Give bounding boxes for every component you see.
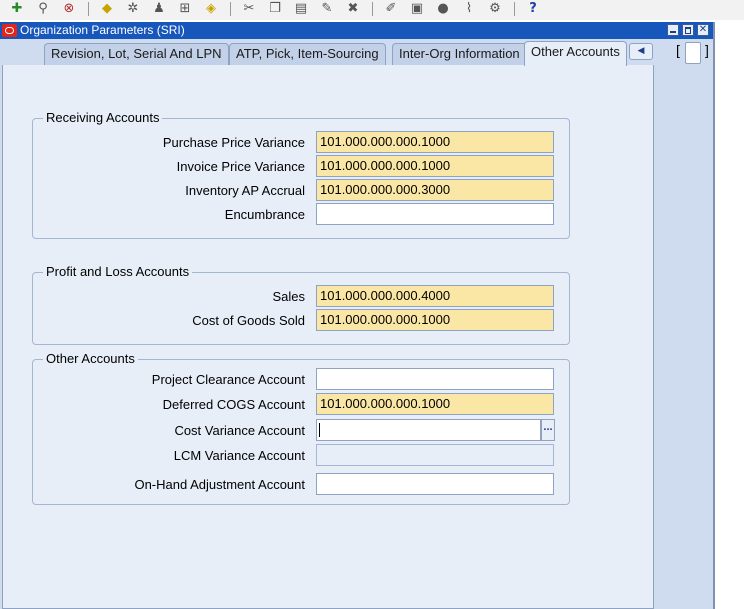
attachments-icon[interactable]: ⌇: [460, 1, 478, 17]
deferred-cogs-label: Deferred COGS Account: [162, 397, 305, 412]
minimize-button[interactable]: [667, 24, 679, 36]
clear-record-icon[interactable]: ✎: [318, 1, 336, 17]
lcm-variance-label: LCM Variance Account: [173, 448, 305, 463]
maximize-button[interactable]: [682, 24, 694, 36]
edit-field-icon[interactable]: ✐: [382, 1, 400, 17]
next-step-icon[interactable]: ✲: [124, 1, 142, 17]
toolbar-separator: [372, 2, 373, 16]
close-button[interactable]: ✕: [697, 24, 709, 36]
deferred-cogs-field[interactable]: 101.000.000.000.1000: [316, 393, 554, 415]
paste-icon[interactable]: ▤: [292, 1, 310, 17]
other-accounts-title: Other Accounts: [43, 351, 138, 367]
cut-icon[interactable]: ✂: [240, 1, 258, 17]
save-icon[interactable]: ◆: [98, 1, 116, 17]
tab-other-accounts[interactable]: Other Accounts: [524, 41, 627, 66]
help-icon[interactable]: ?: [524, 1, 542, 17]
ppv-label: Purchase Price Variance: [162, 135, 305, 150]
translations-icon[interactable]: ●: [434, 1, 452, 17]
context-bracket-open: [: [676, 42, 680, 58]
tab-atp-pick-item-sourcing[interactable]: ATP, Pick, Item-Sourcing: [229, 43, 386, 65]
copy-icon[interactable]: ❐: [266, 1, 284, 17]
project-clearance-field[interactable]: [316, 368, 554, 390]
switch-responsibility-icon[interactable]: ♟: [150, 1, 168, 17]
organization-parameters-window: Organization Parameters (SRI) ✕ Revision…: [0, 22, 715, 609]
sales-label: Sales: [272, 289, 305, 304]
toolbar-separator: [514, 2, 515, 16]
encumbrance-field[interactable]: [316, 203, 554, 225]
toolbar-separator: [88, 2, 89, 16]
sales-field[interactable]: 101.000.000.000.4000: [316, 285, 554, 307]
delete-record-icon[interactable]: ✖: [344, 1, 362, 17]
other-accounts-group: Other Accounts Project Clearance Account…: [32, 351, 570, 505]
onhand-adjustment-field[interactable]: [316, 473, 554, 495]
cogs-label: Cost of Goods Sold: [192, 313, 305, 328]
ipv-label: Invoice Price Variance: [176, 159, 305, 174]
print-icon[interactable]: ⊞: [176, 1, 194, 17]
other-accounts-panel: Receiving Accounts Purchase Price Varian…: [2, 65, 654, 609]
tab-scroll-left-button[interactable]: ◀: [629, 43, 653, 60]
oracle-logo-icon: [2, 24, 17, 37]
window-title: Organization Parameters (SRI): [20, 23, 185, 37]
cost-variance-lov-button[interactable]: ...: [541, 419, 555, 441]
context-bracket-close: ]: [705, 42, 709, 58]
lcm-variance-field: [316, 444, 554, 466]
tab-revision-lot-serial-lpn[interactable]: Revision, Lot, Serial And LPN: [44, 43, 229, 65]
zoom-icon[interactable]: ▣: [408, 1, 426, 17]
tab-inter-org-information[interactable]: Inter-Org Information: [392, 43, 527, 65]
ap-accrual-field[interactable]: 101.000.000.000.3000: [316, 179, 554, 201]
cogs-field[interactable]: 101.000.000.000.1000: [316, 309, 554, 331]
profit-loss-accounts-group: Profit and Loss Accounts Sales 101.000.0…: [32, 264, 570, 345]
close-form-icon[interactable]: ◈: [202, 1, 220, 17]
onhand-adjustment-label: On-Hand Adjustment Account: [134, 477, 305, 492]
receiving-accounts-group: Receiving Accounts Purchase Price Varian…: [32, 110, 570, 239]
descriptive-flexfield[interactable]: [685, 42, 701, 64]
ap-accrual-label: Inventory AP Accrual: [185, 183, 305, 198]
navigator-icon[interactable]: ⊗: [60, 1, 78, 17]
cost-variance-field[interactable]: [316, 419, 541, 441]
receiving-accounts-title: Receiving Accounts: [43, 110, 163, 126]
text-cursor: [319, 423, 320, 437]
profit-loss-accounts-title: Profit and Loss Accounts: [43, 264, 193, 280]
encumbrance-label: Encumbrance: [224, 207, 305, 222]
ipv-field[interactable]: 101.000.000.000.1000: [316, 155, 554, 177]
new-record-icon[interactable]: ✚: [8, 1, 26, 17]
cost-variance-label: Cost Variance Account: [174, 423, 305, 438]
toolbar-separator: [230, 2, 231, 16]
folder-tools-icon[interactable]: ⚙: [486, 1, 504, 17]
ppv-field[interactable]: 101.000.000.000.1000: [316, 131, 554, 153]
toolbar: ✚ ⚲ ⊗ ◆ ✲ ♟ ⊞ ◈ ✂ ❐ ▤ ✎ ✖ ✐ ▣ ● ⌇ ⚙ ?: [0, 0, 744, 20]
find-icon[interactable]: ⚲: [34, 1, 52, 17]
title-bar[interactable]: Organization Parameters (SRI) ✕: [0, 22, 713, 39]
project-clearance-label: Project Clearance Account: [151, 372, 305, 387]
